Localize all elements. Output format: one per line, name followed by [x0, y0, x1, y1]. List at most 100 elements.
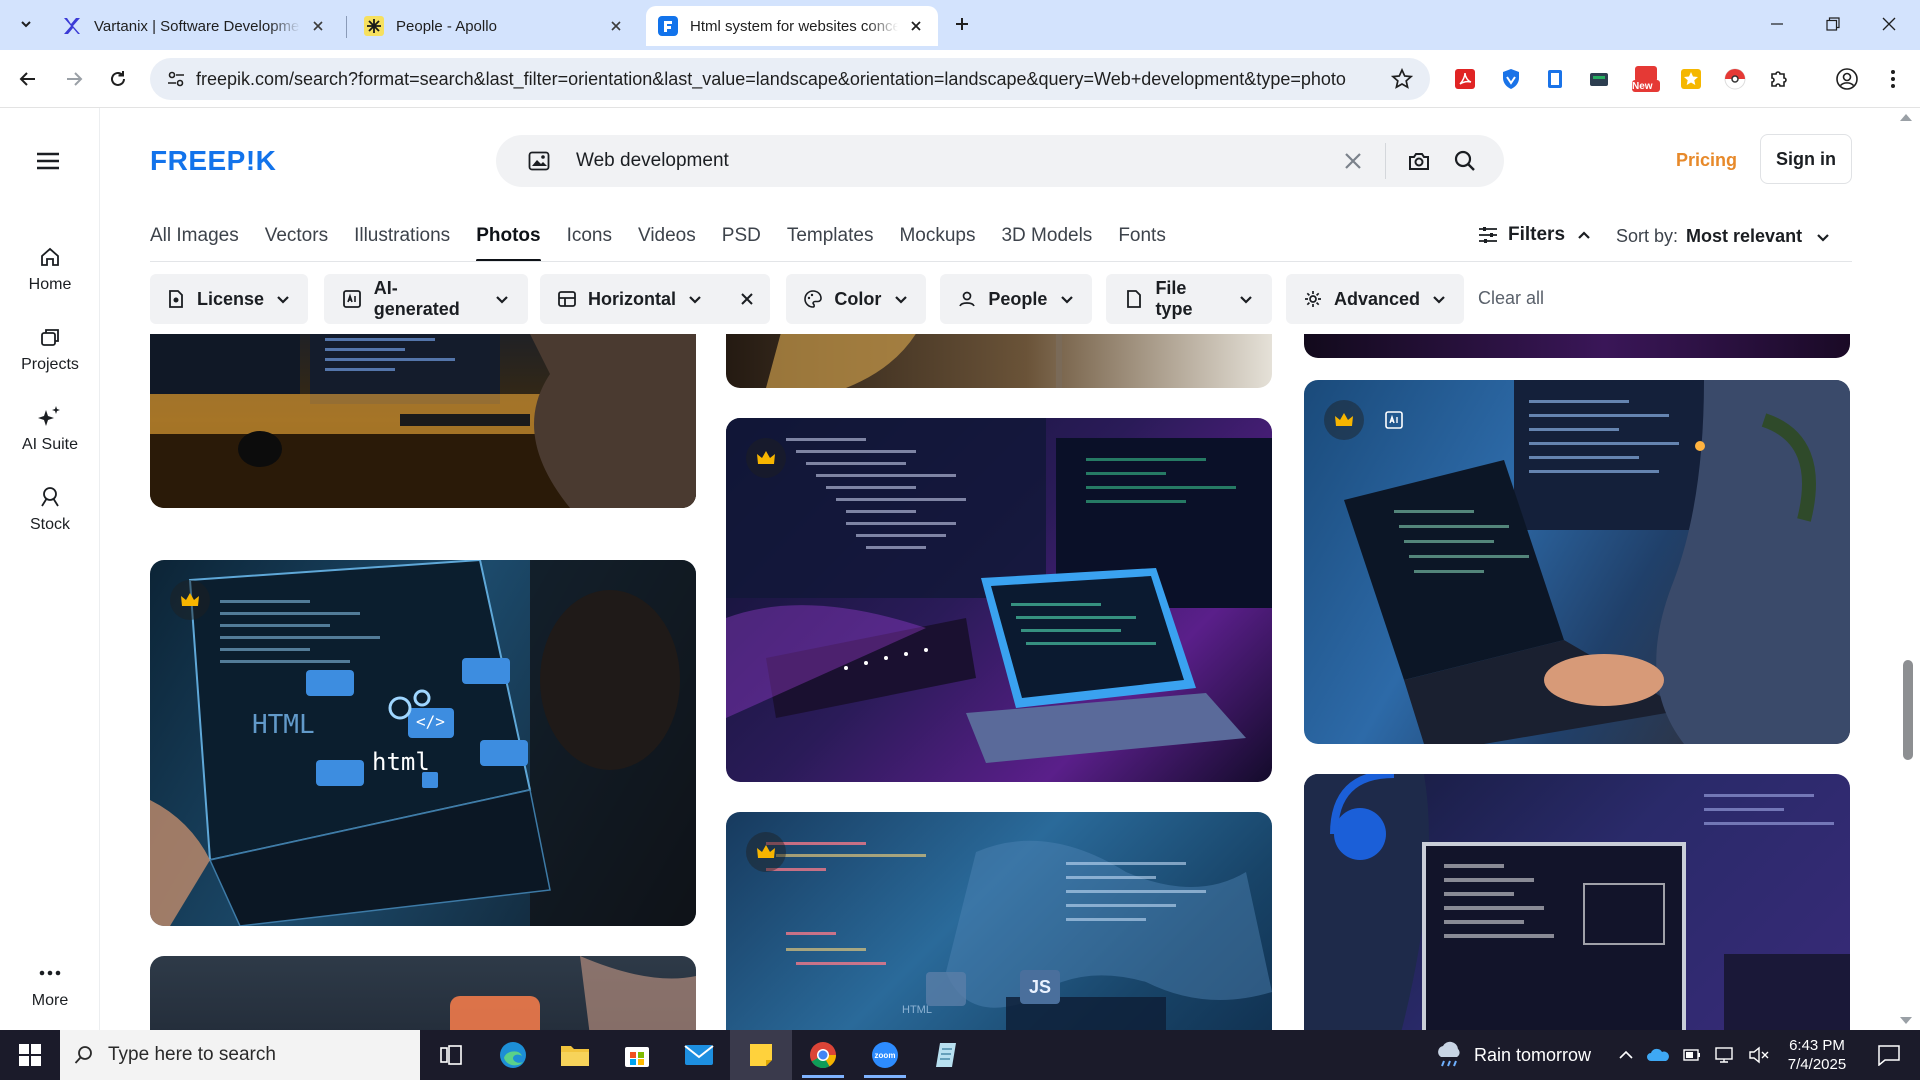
address-bar[interactable]: freepik.com/search?format=search&last_fi… [150, 58, 1430, 100]
tab-search-button[interactable] [12, 10, 40, 38]
pdf-icon[interactable] [1450, 64, 1480, 94]
rail-item-more[interactable]: More [0, 960, 100, 1010]
photo-result-8[interactable] [1304, 380, 1850, 744]
file-explorer-app[interactable] [544, 1030, 606, 1080]
photo-headphones-dev [1304, 774, 1850, 1030]
tab-mockups[interactable]: Mockups [899, 222, 975, 262]
sticky-notes-app[interactable] [730, 1030, 792, 1080]
close-tab-icon[interactable] [308, 16, 328, 36]
tab-fonts[interactable]: Fonts [1118, 222, 1166, 262]
tab-templates[interactable]: Templates [787, 222, 874, 262]
search-bar[interactable]: Web development [496, 135, 1504, 187]
photo-result-4[interactable] [726, 334, 1272, 388]
rail-item-ai-suite[interactable]: AI Suite [0, 404, 100, 454]
rail-item-stock[interactable]: Stock [0, 484, 100, 534]
scroll-down-arrow[interactable] [1900, 1017, 1912, 1024]
freepik-page: Home Projects AI Suite Stock More FREEP!… [0, 108, 1920, 1030]
tab-all-images[interactable]: All Images [150, 222, 239, 262]
back-button[interactable] [12, 63, 44, 95]
weather-widget[interactable]: Rain tomorrow [1434, 1030, 1591, 1080]
chevron-up-icon[interactable] [1618, 1047, 1634, 1063]
hamburger-menu-icon[interactable] [34, 150, 62, 172]
photo-result-5[interactable] [726, 418, 1272, 782]
restore-button[interactable] [1810, 6, 1856, 42]
puzzle-icon[interactable] [1764, 64, 1794, 94]
tab-vartanix[interactable]: Vartanix | Software Developmen [50, 6, 340, 46]
tab-psd[interactable]: PSD [722, 222, 761, 262]
photo-result-9[interactable] [1304, 774, 1850, 1030]
freepik-logo[interactable]: FREEP!K [150, 145, 290, 176]
filter-horizontal[interactable]: Horizontal [540, 274, 770, 324]
rail-label: Stock [29, 516, 70, 533]
minimize-button[interactable] [1754, 6, 1800, 42]
search-input[interactable]: Web development [576, 150, 1335, 172]
photo-result-7[interactable] [1304, 334, 1850, 358]
tab-illustrations[interactable]: Illustrations [354, 222, 450, 262]
scroll-up-arrow[interactable] [1900, 114, 1912, 121]
rail-item-projects[interactable]: Projects [0, 324, 100, 374]
photo-result-1[interactable] [150, 334, 696, 508]
scrollbar-thumb[interactable] [1903, 660, 1913, 760]
notepad-app[interactable] [916, 1030, 978, 1080]
battery-icon[interactable] [1682, 1047, 1702, 1063]
filter-license[interactable]: License [150, 274, 308, 324]
file-icon[interactable] [1540, 64, 1570, 94]
photo-result-6[interactable]: JS HTML [726, 812, 1272, 1030]
url-text[interactable]: freepik.com/search?format=search&last_fi… [196, 69, 1382, 90]
tab-vectors[interactable]: Vectors [265, 222, 328, 262]
bookmark-star-icon[interactable] [1382, 58, 1422, 100]
task-view-button[interactable] [420, 1030, 482, 1080]
onedrive-icon[interactable] [1646, 1047, 1670, 1063]
filter-color[interactable]: Color [786, 274, 926, 324]
photo-result-3[interactable] [150, 956, 696, 1030]
chip-label: File type [1155, 278, 1193, 319]
camera-icon[interactable] [1396, 138, 1442, 184]
site-info-icon[interactable] [156, 58, 196, 100]
mail-app[interactable] [668, 1030, 730, 1080]
pricing-link[interactable]: Pricing [1676, 150, 1737, 171]
clear-search-icon[interactable] [1335, 143, 1371, 179]
store-app[interactable] [606, 1030, 668, 1080]
tab-3d-models[interactable]: 3D Models [1001, 222, 1092, 262]
new-badge-extension-icon[interactable]: New [1628, 64, 1664, 94]
forward-button[interactable] [58, 63, 90, 95]
filter-advanced[interactable]: Advanced [1286, 274, 1464, 324]
new-tab-button[interactable] [948, 10, 976, 38]
volume-muted-icon[interactable] [1748, 1046, 1770, 1064]
filter-file-type[interactable]: File type [1106, 274, 1272, 324]
notification-center-button[interactable] [1864, 1030, 1914, 1080]
tab-videos[interactable]: Videos [638, 222, 696, 262]
search-icon[interactable] [1442, 138, 1488, 184]
sort-dropdown[interactable]: Sort by: Most relevant [1616, 226, 1830, 247]
taskbar-clock[interactable]: 6:43 PM 7/4/2025 [1772, 1036, 1862, 1074]
device-icon[interactable] [1584, 64, 1614, 94]
network-icon[interactable] [1714, 1046, 1736, 1064]
shield-icon[interactable] [1496, 64, 1526, 94]
sign-in-button[interactable]: Sign in [1760, 134, 1852, 184]
filter-people[interactable]: People [940, 274, 1092, 324]
pokeball-icon[interactable] [1720, 64, 1750, 94]
tab-icons[interactable]: Icons [567, 222, 612, 262]
edge-app[interactable] [482, 1030, 544, 1080]
profile-icon[interactable] [1832, 64, 1862, 94]
filter-ai-generated[interactable]: AI-generated [324, 274, 528, 324]
rail-item-home[interactable]: Home [0, 244, 100, 294]
remove-filter-icon[interactable] [740, 291, 754, 307]
reload-button[interactable] [102, 63, 134, 95]
zoom-app[interactable]: zoom [854, 1030, 916, 1080]
tab-photos[interactable]: Photos [476, 222, 541, 262]
start-button[interactable] [0, 1030, 60, 1080]
tab-html-system[interactable]: Html system for websites conce [646, 6, 938, 46]
close-tab-icon[interactable] [906, 16, 926, 36]
close-tab-icon[interactable] [606, 16, 626, 36]
photo-result-2[interactable]: HTML html </> [150, 560, 696, 926]
star-extension-icon[interactable] [1676, 64, 1706, 94]
close-window-button[interactable] [1866, 6, 1912, 42]
folder-icon [561, 1046, 589, 1066]
filters-toggle[interactable]: Filters [1478, 224, 1591, 246]
kebab-menu-icon[interactable] [1878, 64, 1908, 94]
taskbar-search-box[interactable]: Type here to search [60, 1030, 420, 1080]
chrome-app[interactable] [792, 1030, 854, 1080]
clear-all-filters-link[interactable]: Clear all [1478, 288, 1544, 309]
tab-apollo[interactable]: People - Apollo [352, 6, 638, 46]
